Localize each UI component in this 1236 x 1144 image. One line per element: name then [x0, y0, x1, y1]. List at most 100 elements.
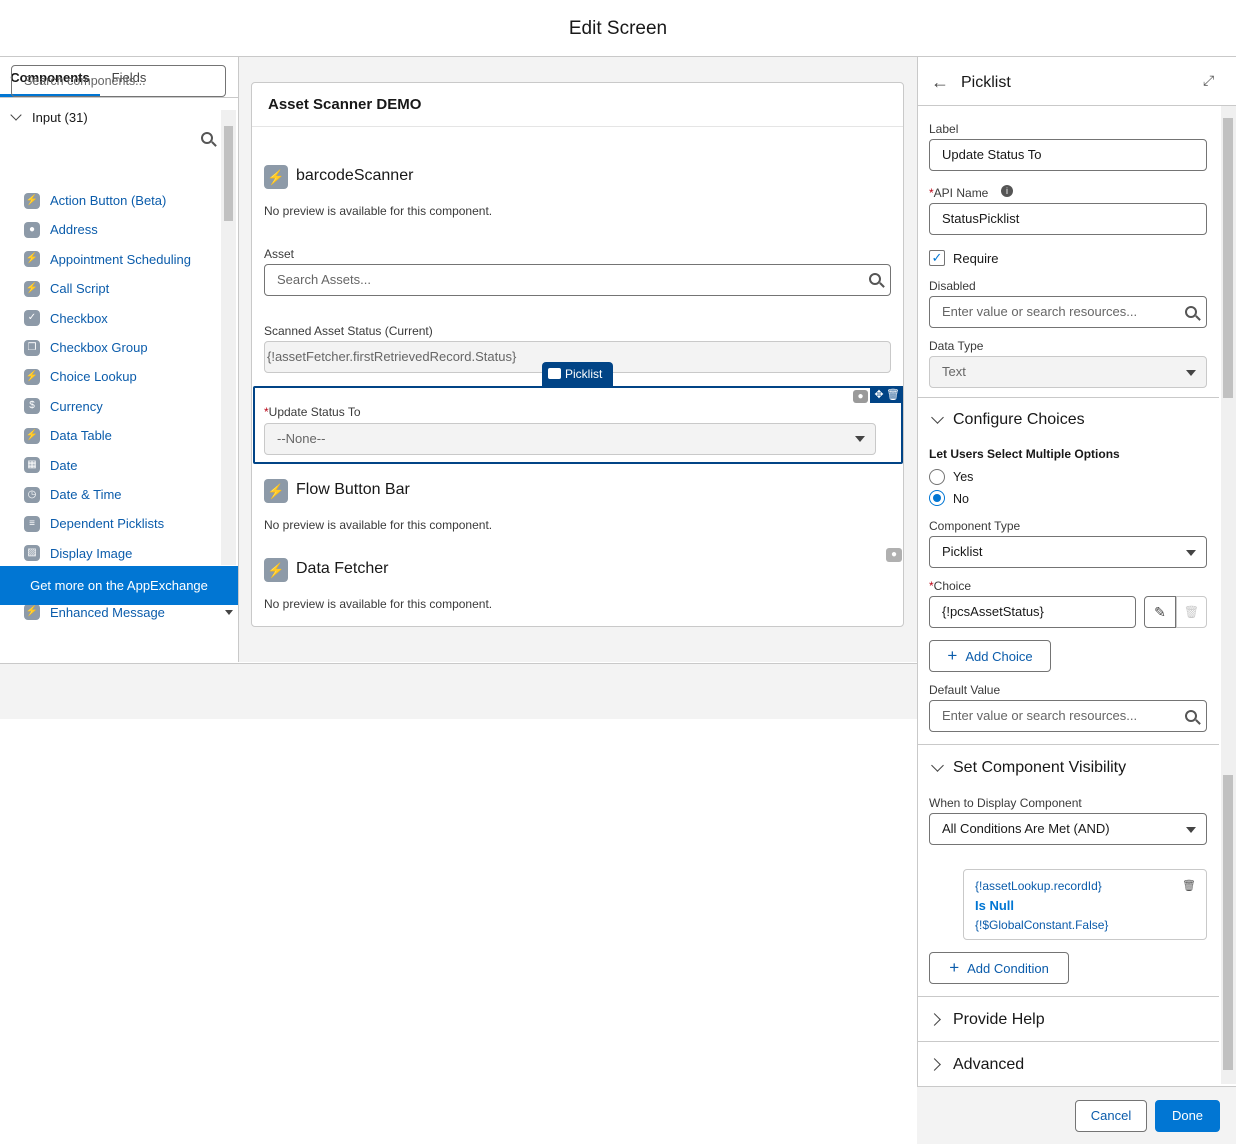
divider — [917, 996, 1219, 997]
info-icon[interactable]: i — [1001, 185, 1013, 197]
palette-item[interactable]: ▨ Display Image — [24, 544, 132, 564]
when-display-select[interactable]: All Conditions Are Met (AND) — [929, 813, 1207, 845]
divider — [917, 1041, 1219, 1042]
multi-yes-radio[interactable] — [929, 469, 945, 485]
date-icon: ▦ — [24, 457, 40, 474]
palette-item[interactable]: $ Currency — [24, 397, 103, 417]
hidden-eye-icon[interactable]: ● — [886, 548, 902, 562]
bolt-icon: ⚡ — [264, 479, 288, 503]
palette-item[interactable]: ⚡ Call Script — [24, 279, 109, 299]
scroll-down-icon[interactable] — [225, 610, 233, 615]
multi-yes-label: Yes — [953, 470, 974, 484]
divider — [917, 397, 1219, 398]
bolt-icon: ⚡ — [24, 427, 40, 444]
done-button[interactable]: Done — [1155, 1100, 1220, 1132]
condition-value[interactable]: {!$GlobalConstant.False} — [975, 918, 1108, 932]
currency-icon: $ — [24, 398, 40, 415]
flowbar-preview-note: No preview is available for this compone… — [264, 518, 493, 532]
list-icon: ≡ — [24, 515, 40, 532]
tab-divider — [0, 97, 238, 98]
add-condition-label: Add Condition — [967, 961, 1049, 976]
require-checkbox[interactable]: ✓ — [929, 250, 945, 266]
input-group-toggle[interactable]: Input (31) — [10, 109, 88, 125]
palette-scrollbar-thumb[interactable] — [224, 126, 233, 221]
eye-icon[interactable]: ● — [853, 390, 868, 403]
picklist-label: *Update Status To — [264, 405, 361, 419]
add-choice-button[interactable]: + Add Choice — [929, 640, 1051, 672]
add-condition-button[interactable]: + Add Condition — [929, 952, 1069, 984]
api-name-label-text: API Name — [933, 186, 989, 200]
properties-scrollbar-thumb-lower[interactable] — [1223, 775, 1233, 1070]
canvas-footer — [0, 663, 917, 719]
component-type-label: Component Type — [929, 519, 1021, 533]
picklist-select[interactable]: --None-- — [264, 423, 876, 455]
picklist-icon — [548, 368, 561, 380]
palette-item[interactable]: ⚡ Data Table — [24, 426, 112, 446]
palette-item[interactable]: ✓ Checkbox — [24, 309, 108, 329]
search-icon — [201, 132, 213, 144]
expand-icon[interactable]: ⤢ — [1203, 72, 1214, 89]
palette-item[interactable]: ⚡ Choice Lookup — [24, 367, 137, 387]
palette-item[interactable]: ⚡ Action Button (Beta) — [24, 191, 166, 211]
multi-select-label: Let Users Select Multiple Options — [929, 447, 1120, 461]
palette-item[interactable]: ◷ Date & Time — [24, 485, 122, 505]
move-icon[interactable]: ✥ — [872, 388, 886, 402]
palette-item[interactable]: ● Address — [24, 220, 98, 240]
plus-icon: + — [947, 646, 958, 665]
multi-no-radio[interactable] — [929, 490, 945, 506]
palette-item-label: Address — [50, 222, 98, 238]
flow-button-bar-name[interactable]: Flow Button Bar — [296, 481, 410, 499]
palette-item[interactable]: ▦ Date — [24, 456, 77, 476]
data-fetcher-name[interactable]: Data Fetcher — [296, 560, 388, 578]
bolt-icon: ⚡ — [24, 192, 40, 209]
appexchange-link[interactable]: Get more on the AppExchange — [0, 566, 238, 605]
palette-item-label: Action Button (Beta) — [50, 193, 167, 208]
palette-item-label: Display Image — [50, 545, 133, 561]
provide-help-heading[interactable]: Provide Help — [953, 1011, 1045, 1029]
palette-item[interactable]: ≡ Dependent Picklists — [24, 514, 164, 534]
asset-search-input[interactable]: Search Assets... — [264, 264, 891, 296]
palette-item-label: Checkbox — [50, 310, 108, 326]
default-value-input[interactable]: Enter value or search resources... — [929, 700, 1207, 732]
back-arrow-icon[interactable]: ← — [931, 72, 949, 93]
palette-item[interactable]: ⚡ Appointment Scheduling — [24, 250, 191, 270]
palette-item-label: Date & Time — [50, 487, 122, 502]
condition-operator[interactable]: Is Null — [975, 898, 1014, 913]
search-components-input[interactable]: Search components... — [11, 65, 226, 97]
window-title: Edit Screen — [0, 0, 1236, 57]
palette-item[interactable]: ❐ Checkbox Group — [24, 338, 148, 358]
bolt-icon: ⚡ — [24, 280, 40, 297]
delete-icon[interactable]: 🗑 — [886, 388, 900, 402]
cancel-button[interactable]: Cancel — [1075, 1100, 1147, 1132]
divider — [252, 126, 903, 127]
edit-choice-button[interactable]: ✎ — [1144, 596, 1176, 628]
chevron-down-icon — [10, 109, 22, 121]
disabled-input[interactable]: Enter value or search resources... — [929, 296, 1207, 328]
dropdown-arrow-icon — [1186, 370, 1196, 376]
configure-choices-heading[interactable]: Configure Choices — [953, 411, 1085, 429]
palette-item-label: Call Script — [50, 281, 110, 297]
image-icon: ▨ — [24, 545, 40, 562]
barcode-scanner-name[interactable]: barcodeScanner — [296, 167, 413, 185]
component-type-select[interactable]: Picklist — [929, 536, 1207, 568]
visibility-heading[interactable]: Set Component Visibility — [953, 759, 1126, 777]
bolt-icon: ⚡ — [24, 251, 40, 268]
dropdown-arrow-icon — [1186, 550, 1196, 556]
datetime-icon: ◷ — [24, 486, 40, 503]
properties-scrollbar-thumb[interactable] — [1223, 118, 1233, 398]
checkbox-group-icon: ❐ — [24, 339, 40, 356]
status-label: Scanned Asset Status (Current) — [264, 324, 433, 338]
require-label: Require — [953, 251, 999, 266]
default-value-label: Default Value — [929, 683, 1001, 697]
palette-item[interactable]: ⚡ Enhanced Message — [24, 603, 165, 623]
api-name-input[interactable]: StatusPicklist — [929, 203, 1207, 235]
picklist-badge-label: Picklist — [565, 367, 603, 381]
fetcher-preview-note: No preview is available for this compone… — [264, 597, 493, 611]
advanced-heading[interactable]: Advanced — [953, 1056, 1024, 1074]
palette-item-label: Appointment Scheduling — [50, 251, 191, 267]
label-input[interactable]: Update Status To — [929, 139, 1207, 171]
asset-label: Asset — [264, 247, 295, 261]
condition-resource[interactable]: {!assetLookup.recordId} — [975, 879, 1102, 893]
choice-input[interactable]: {!pcsAssetStatus} — [929, 596, 1136, 628]
delete-condition-icon[interactable]: 🗑 — [1182, 879, 1196, 892]
